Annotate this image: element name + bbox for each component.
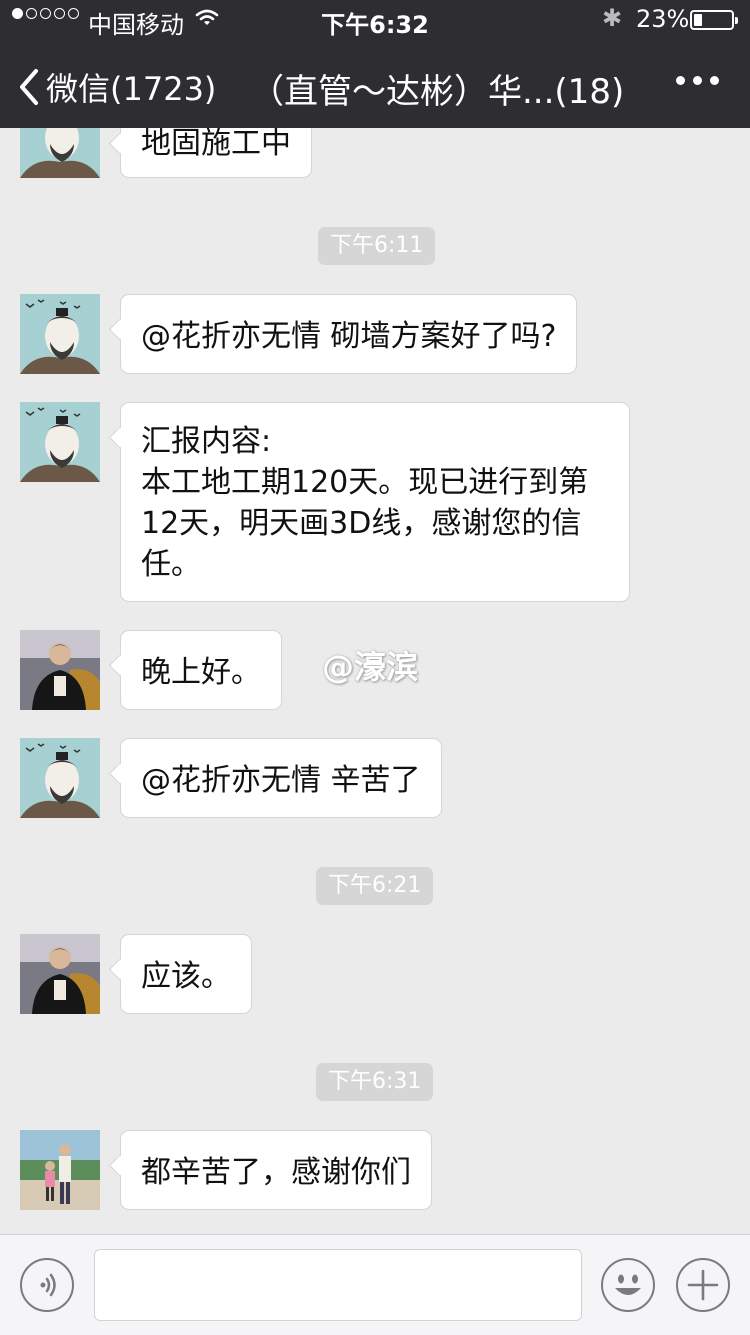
message-text: @花折亦无情 辛苦了 bbox=[141, 763, 421, 798]
emoji-icon bbox=[615, 1274, 641, 1295]
message-bubble[interactable]: 应该。 bbox=[120, 934, 252, 1014]
message-line: 本工地工期120天。现已进行到第 bbox=[141, 465, 589, 500]
back-label: 微信(1723) bbox=[46, 70, 217, 108]
message-line: 12天，明天画3D线，感谢您的信 bbox=[141, 506, 582, 541]
photo-man-avatar bbox=[20, 934, 100, 1014]
message-bubble[interactable]: 都辛苦了，感谢你们 bbox=[120, 1130, 432, 1210]
emoji-button[interactable] bbox=[601, 1258, 655, 1312]
chevron-left-icon bbox=[20, 69, 38, 105]
avatar[interactable] bbox=[20, 402, 100, 482]
plus-button[interactable] bbox=[676, 1258, 730, 1312]
voice-button[interactable] bbox=[20, 1258, 74, 1312]
more-button[interactable] bbox=[676, 76, 719, 85]
message-bubble[interactable]: 晚上好。 bbox=[120, 630, 282, 710]
message-bubble[interactable]: 汇报内容: 本工地工期120天。现已进行到第 12天，明天画3D线，感谢您的信 … bbox=[120, 402, 630, 602]
message-text: 地固施工中 bbox=[141, 128, 291, 161]
message-bubble[interactable]: 地固施工中 bbox=[120, 128, 312, 178]
avatar[interactable] bbox=[20, 630, 100, 710]
avatar[interactable] bbox=[20, 1130, 100, 1210]
timestamp: 下午6:11 bbox=[318, 227, 436, 265]
bluetooth-icon: ✱ bbox=[602, 4, 623, 32]
message-text: 都辛苦了，感谢你们 bbox=[141, 1155, 411, 1190]
message-text: 晚上好。 bbox=[141, 655, 261, 690]
nav-bar: 微信(1723) （直管～达彬）华...(18) bbox=[0, 40, 750, 128]
message-text: 应该。 bbox=[141, 959, 231, 994]
back-button[interactable]: 微信(1723) bbox=[18, 64, 216, 110]
sketch-man-avatar bbox=[20, 128, 100, 178]
battery-percent: 23% bbox=[636, 5, 690, 33]
message-line: 任。 bbox=[141, 547, 201, 582]
sketch-man-avatar bbox=[20, 402, 100, 482]
message-bubble[interactable]: @花折亦无情 辛苦了 bbox=[120, 738, 442, 818]
chat-area[interactable]: 地固施工中 下午6:11 @花折亦无情 砌墙方案好了吗? 汇报内容: 本工地工期… bbox=[0, 128, 750, 1234]
avatar[interactable] bbox=[20, 934, 100, 1014]
more-icon bbox=[676, 76, 685, 85]
message-bubble[interactable]: @花折亦无情 砌墙方案好了吗? bbox=[120, 294, 578, 374]
avatar[interactable] bbox=[20, 294, 100, 374]
input-bar bbox=[0, 1234, 750, 1335]
timestamp: 下午6:31 bbox=[316, 1063, 434, 1101]
message-text: @花折亦无情 砌墙方案好了吗? bbox=[141, 319, 557, 354]
plus-icon bbox=[687, 1269, 719, 1301]
sketch-man-avatar bbox=[20, 294, 100, 374]
avatar[interactable] bbox=[20, 738, 100, 818]
avatar[interactable] bbox=[20, 128, 100, 178]
family-photo-avatar bbox=[20, 1130, 100, 1210]
chat-title: （直管～达彬）华...(18) bbox=[250, 72, 625, 112]
photo-man-avatar bbox=[20, 630, 100, 710]
status-bar: 中国移动 下午6:32 ✱ 23% bbox=[0, 0, 750, 40]
timestamp: 下午6:21 bbox=[316, 867, 434, 905]
sketch-man-avatar bbox=[20, 738, 100, 818]
voice-icon bbox=[40, 1273, 56, 1297]
message-input[interactable] bbox=[94, 1249, 582, 1321]
message-line: 汇报内容: bbox=[141, 424, 272, 459]
watermark: @濠滨 bbox=[322, 648, 419, 686]
battery-icon bbox=[690, 10, 738, 30]
